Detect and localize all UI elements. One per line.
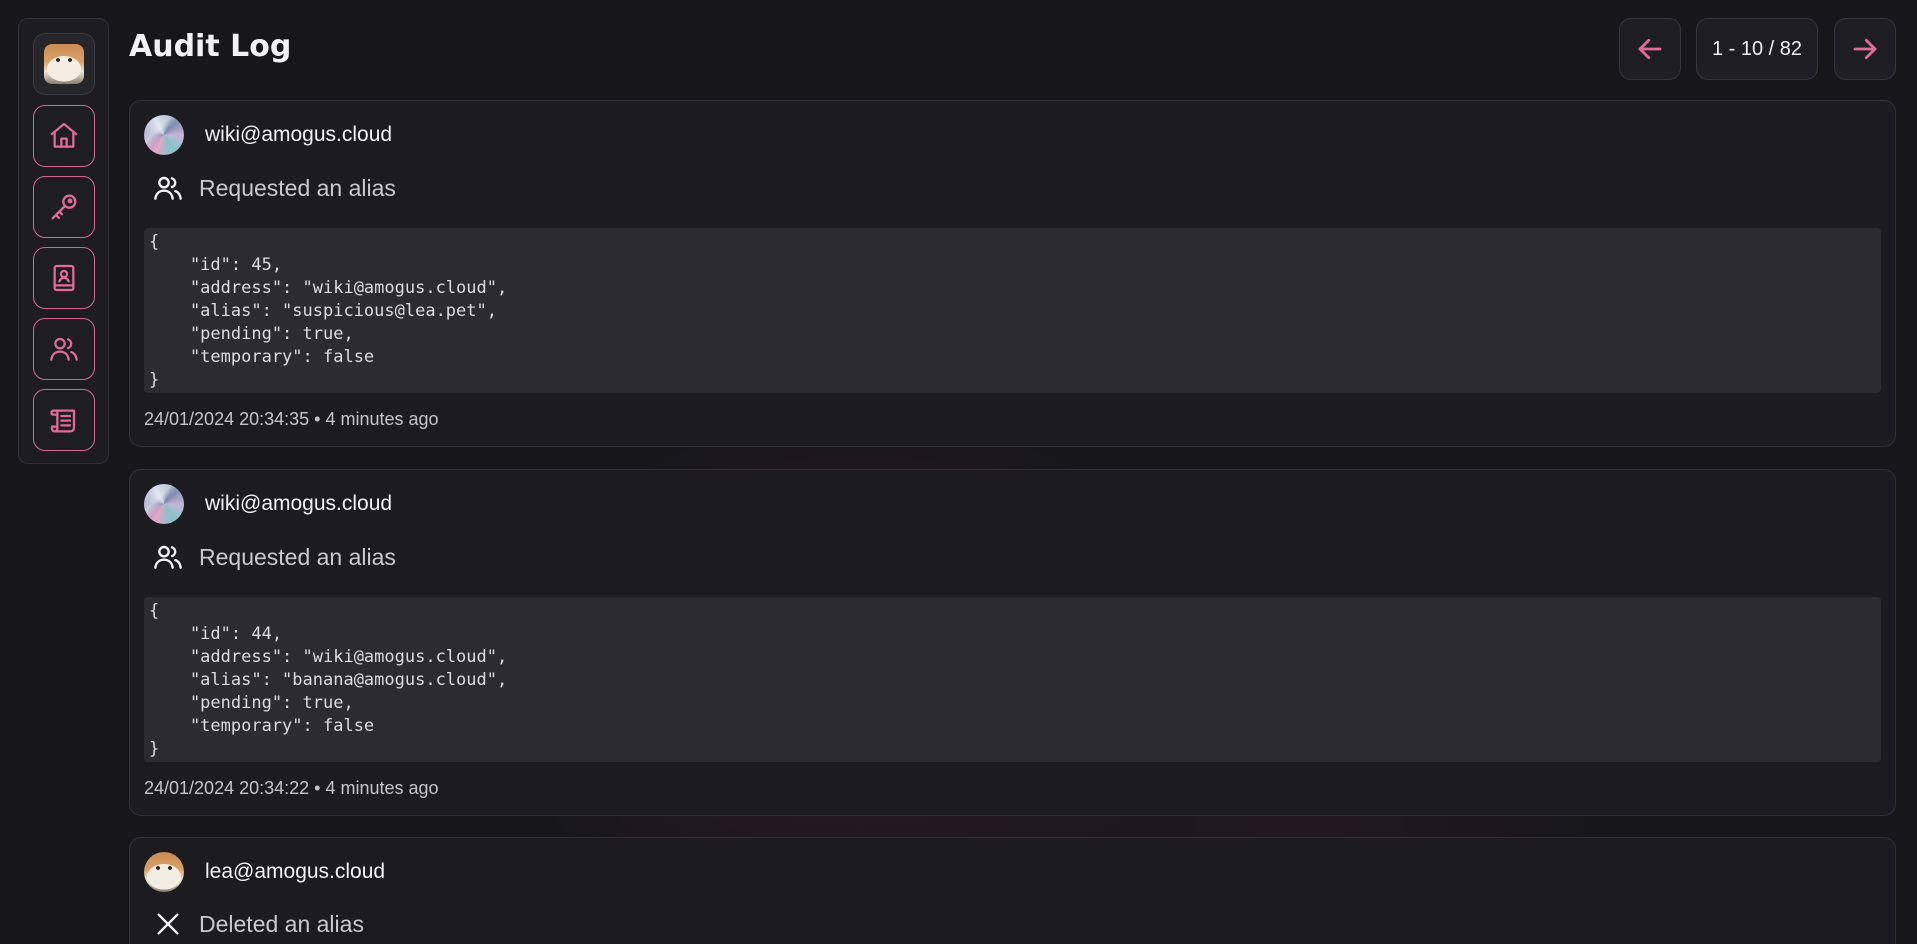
user-avatar xyxy=(144,484,184,524)
entry-action: Requested an alias xyxy=(152,541,396,573)
sidebar-item-keys[interactable] xyxy=(33,176,95,238)
action-text: Requested an alias xyxy=(199,543,396,570)
users-icon xyxy=(154,176,182,200)
entry-user: wiki@amogus.cloud xyxy=(144,484,392,524)
entry-user: wiki@amogus.cloud xyxy=(144,115,392,155)
user-email: lea@amogus.cloud xyxy=(205,860,386,883)
sidebar-item-home[interactable] xyxy=(33,105,95,167)
sidebar-item-contacts[interactable] xyxy=(33,247,95,309)
previous-page-button[interactable] xyxy=(1619,18,1681,80)
audit-entry: lea@amogus.cloud Deleted an alias xyxy=(129,837,1896,944)
home-icon xyxy=(50,122,78,148)
pagination-range: 1 - 10 / 82 xyxy=(1711,37,1803,60)
entry-user: lea@amogus.cloud xyxy=(144,852,385,892)
user-avatar xyxy=(144,115,184,155)
avatar xyxy=(44,44,84,84)
entry-payload: { "id": 44, "address": "wiki@amogus.clou… xyxy=(144,597,1881,762)
audit-entry: wiki@amogus.cloud Requested an alias { "… xyxy=(129,469,1896,816)
next-page-button[interactable] xyxy=(1834,18,1896,80)
page-title: Audit Log xyxy=(129,29,292,64)
sidebar-item-audit-log[interactable] xyxy=(33,389,95,451)
entry-action: Deleted an alias xyxy=(152,908,364,940)
scroll-icon xyxy=(50,409,76,433)
user-email: wiki@amogus.cloud xyxy=(205,492,393,515)
user-avatar xyxy=(144,852,184,892)
entry-timestamp: 24/01/2024 20:34:35 • 4 minutes ago xyxy=(144,409,439,429)
action-text: Deleted an alias xyxy=(199,910,364,937)
user-email: wiki@amogus.cloud xyxy=(205,123,393,146)
close-icon xyxy=(157,913,179,935)
arrow-right-icon xyxy=(1853,38,1877,60)
sidebar xyxy=(18,18,109,464)
action-text: Requested an alias xyxy=(199,174,396,201)
contact-book-icon xyxy=(53,264,75,292)
entry-action: Requested an alias xyxy=(152,172,396,204)
audit-entry: wiki@amogus.cloud Requested an alias { "… xyxy=(129,100,1896,447)
key-icon xyxy=(51,194,77,220)
arrow-left-icon xyxy=(1638,38,1662,60)
users-icon xyxy=(154,545,182,569)
pagination-indicator: 1 - 10 / 82 xyxy=(1696,18,1818,80)
sidebar-item-users[interactable] xyxy=(33,318,95,380)
users-icon xyxy=(50,337,78,361)
profile-avatar-button[interactable] xyxy=(33,33,95,95)
entry-payload: { "id": 45, "address": "wiki@amogus.clou… xyxy=(144,228,1881,393)
entry-timestamp: 24/01/2024 20:34:22 • 4 minutes ago xyxy=(144,778,439,798)
